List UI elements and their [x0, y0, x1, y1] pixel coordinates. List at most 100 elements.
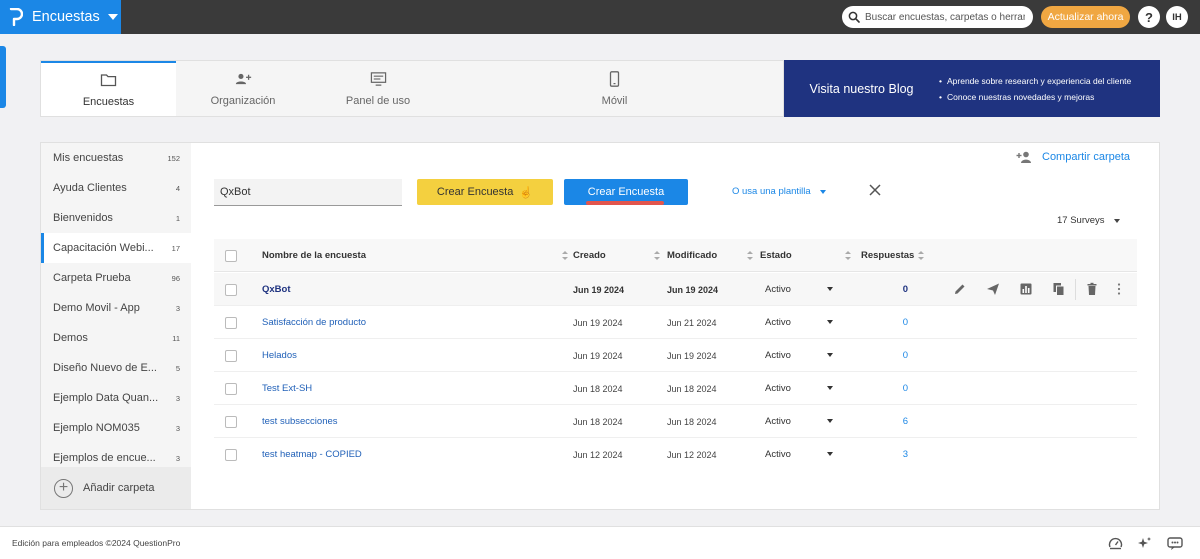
add-folder-button[interactable]: + Añadir carpeta	[41, 467, 191, 509]
chevron-down-icon[interactable]	[827, 419, 833, 423]
folder-label: Ejemplos de encue...	[53, 452, 156, 464]
close-icon[interactable]	[868, 183, 882, 197]
chat-support-icon[interactable]	[1166, 536, 1184, 551]
survey-count-dropdown[interactable]: 17 Surveys	[1057, 215, 1120, 226]
edit-icon[interactable]	[953, 282, 967, 296]
table-row[interactable]: QxBot Jun 19 2024 Jun 19 2024 Activo 0	[214, 273, 1137, 306]
survey-name-link[interactable]: Satisfacción de producto	[262, 306, 366, 339]
speedometer-icon[interactable]	[1108, 536, 1123, 551]
chevron-down-icon	[1113, 218, 1120, 223]
folder-item[interactable]: Mis encuestas 152	[41, 143, 191, 173]
send-icon[interactable]	[986, 282, 1000, 296]
folder-item[interactable]: Ejemplo NOM035 3	[41, 413, 191, 443]
sparkle-ai-icon[interactable]	[1137, 536, 1152, 551]
help-button[interactable]: ?	[1138, 6, 1160, 28]
folder-item[interactable]: Bienvenidos 1	[41, 203, 191, 233]
chevron-down-icon[interactable]	[827, 353, 833, 357]
folder-count: 96	[171, 273, 180, 283]
upgrade-button[interactable]: Actualizar ahora	[1041, 6, 1130, 28]
responses-count[interactable]: 0	[888, 273, 908, 306]
mobile-icon	[609, 70, 620, 87]
tab-panel-de-uso[interactable]: Panel de uso	[310, 61, 446, 116]
chevron-down-icon[interactable]	[827, 386, 833, 390]
usage-panel-icon	[370, 71, 386, 86]
created-date: Jun 19 2024	[573, 317, 623, 328]
table-row[interactable]: Satisfacción de producto Jun 19 2024 Jun…	[214, 306, 1137, 339]
row-checkbox[interactable]	[225, 449, 237, 461]
chevron-down-icon[interactable]	[827, 452, 833, 456]
status-value[interactable]: Activo	[765, 339, 791, 372]
tab-label: Organización	[210, 94, 276, 107]
table-row[interactable]: test subsecciones Jun 18 2024 Jun 18 202…	[214, 405, 1137, 438]
search-box[interactable]	[842, 6, 1033, 28]
chevron-down-icon[interactable]	[827, 287, 833, 291]
status-value[interactable]: Activo	[765, 438, 791, 471]
folder-item[interactable]: Ayuda Clientes 4	[41, 173, 191, 203]
survey-name-link[interactable]: test heatmap - COPIED	[262, 438, 362, 471]
survey-name-link[interactable]: Test Ext-SH	[262, 372, 312, 405]
folder-item[interactable]: Diseño Nuevo de E... 5	[41, 353, 191, 383]
responses-count[interactable]: 6	[888, 405, 908, 438]
responses-count[interactable]: 3	[888, 438, 908, 471]
search-input[interactable]	[865, 11, 1025, 23]
select-all-checkbox[interactable]	[225, 250, 237, 262]
table-row[interactable]: Test Ext-SH Jun 18 2024 Jun 18 2024 Acti…	[214, 372, 1137, 405]
folder-label: Ejemplo NOM035	[53, 422, 140, 434]
column-header-modified[interactable]: Modificado	[667, 239, 753, 272]
blog-bullets: Aprende sobre research y experiencia del…	[939, 73, 1131, 105]
folder-item[interactable]: Demo Movil - App 3	[41, 293, 191, 323]
row-checkbox[interactable]	[225, 416, 237, 428]
top-bar: Encuestas Actualizar ahora ? IH	[0, 0, 1200, 34]
copy-icon[interactable]	[1052, 282, 1066, 296]
status-value[interactable]: Activo	[765, 273, 791, 306]
status-value[interactable]: Activo	[765, 306, 791, 339]
share-folder-button[interactable]: Compartir carpeta	[1016, 151, 1130, 163]
row-checkbox[interactable]	[225, 317, 237, 329]
modified-date: Jun 12 2024	[667, 449, 717, 460]
folder-label: Ejemplo Data Quan...	[53, 392, 159, 404]
tab-label: Encuestas	[82, 95, 135, 108]
modified-date: Jun 19 2024	[667, 350, 717, 361]
row-checkbox[interactable]	[225, 350, 237, 362]
column-header-name[interactable]: Nombre de la encuesta	[262, 239, 568, 272]
column-header-created[interactable]: Creado	[573, 239, 660, 272]
table-row[interactable]: Helados Jun 19 2024 Jun 19 2024 Activo 0	[214, 339, 1137, 372]
folder-item-selected[interactable]: Capacitación Webi... 17	[41, 233, 191, 263]
row-checkbox[interactable]	[225, 284, 237, 296]
delete-icon[interactable]	[1085, 282, 1099, 296]
survey-name-link[interactable]: Helados	[262, 339, 297, 372]
responses-count[interactable]: 0	[888, 339, 908, 372]
blog-banner[interactable]: Visita nuestro Blog Aprende sobre resear…	[784, 60, 1160, 117]
column-header-status[interactable]: Estado	[760, 239, 851, 272]
more-icon[interactable]	[1112, 282, 1126, 296]
column-header-label: Estado	[760, 250, 792, 261]
app-switcher[interactable]: Encuestas	[0, 0, 121, 34]
responses-count[interactable]: 0	[888, 306, 908, 339]
folder-item[interactable]: Demos 11	[41, 323, 191, 353]
survey-name-link[interactable]: test subsecciones	[262, 405, 338, 438]
template-dropdown[interactable]: O usa una plantilla	[732, 186, 826, 197]
side-accent-tab[interactable]	[0, 46, 6, 108]
create-survey-ai-button[interactable]: Crear Encuesta ☝	[417, 179, 553, 205]
modified-date: Jun 18 2024	[667, 416, 717, 427]
blog-title: Visita nuestro Blog	[809, 81, 914, 96]
table-row[interactable]: test heatmap - COPIED Jun 12 2024 Jun 12…	[214, 438, 1137, 471]
modified-date: Jun 18 2024	[667, 383, 717, 394]
report-icon[interactable]	[1019, 282, 1033, 296]
survey-name-link[interactable]: QxBot	[262, 273, 291, 306]
status-value[interactable]: Activo	[765, 372, 791, 405]
status-value[interactable]: Activo	[765, 405, 791, 438]
row-checkbox[interactable]	[225, 383, 237, 395]
user-avatar[interactable]: IH	[1166, 6, 1188, 28]
folder-item[interactable]: Ejemplo Data Quan... 3	[41, 383, 191, 413]
responses-count[interactable]: 0	[888, 372, 908, 405]
survey-name-input[interactable]	[214, 179, 402, 206]
tab-encuestas[interactable]: Encuestas	[41, 61, 176, 116]
column-header-responses[interactable]: Respuestas	[861, 239, 925, 272]
folder-item[interactable]: Carpeta Prueba 96	[41, 263, 191, 293]
folder-count: 5	[175, 363, 180, 373]
tab-organizacion[interactable]: Organización	[176, 61, 310, 116]
tab-movil[interactable]: Móvil	[446, 61, 783, 116]
created-date: Jun 19 2024	[573, 284, 625, 295]
chevron-down-icon[interactable]	[827, 320, 833, 324]
